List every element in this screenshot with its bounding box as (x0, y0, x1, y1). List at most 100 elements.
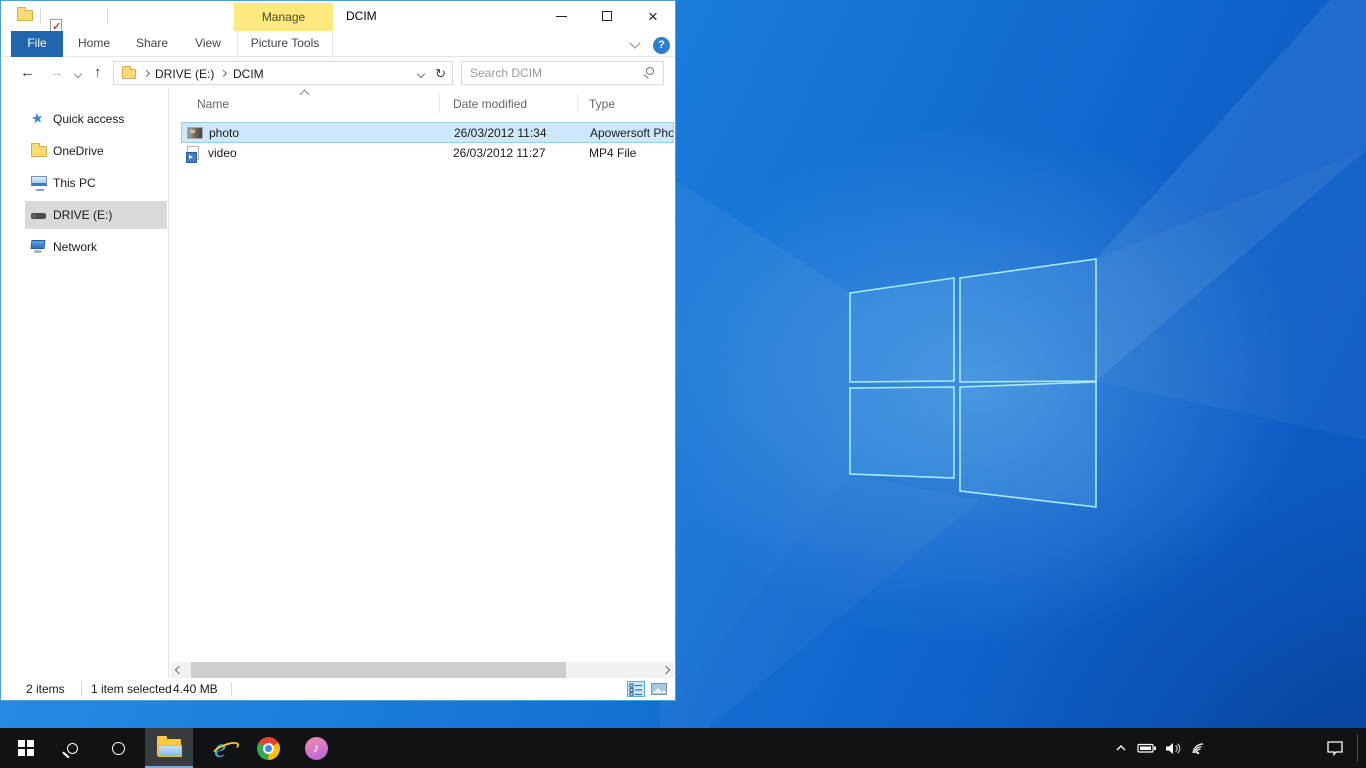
tab-file[interactable]: File (11, 31, 63, 57)
windows-logo-icon (18, 740, 34, 756)
large-icons-view-button[interactable] (650, 681, 668, 697)
close-button[interactable]: × (630, 1, 676, 31)
search-box[interactable] (461, 61, 664, 85)
scrollbar-thumb[interactable] (191, 662, 566, 678)
scroll-left-icon[interactable] (175, 666, 183, 674)
close-icon: × (648, 8, 658, 25)
tab-picture-tools[interactable]: Picture Tools (237, 31, 333, 57)
details-view-button[interactable] (627, 681, 645, 697)
file-date: 26/03/2012 11:27 (453, 143, 546, 163)
mp4-file-icon (187, 146, 199, 160)
volume-button[interactable] (1160, 728, 1186, 768)
breadcrumb-dcim[interactable]: DCIM (233, 67, 264, 81)
tab-home[interactable]: Home (67, 31, 121, 57)
main-area: ★ Quick access OneDrive This PC DRIVE (E… (1, 89, 675, 679)
horizontal-scrollbar[interactable] (171, 662, 674, 678)
items-count: 2 items (26, 682, 65, 696)
sidebar-label: OneDrive (53, 144, 104, 158)
taskbar-search-button[interactable] (52, 728, 92, 768)
maximize-icon (602, 11, 612, 21)
drive-icon (31, 213, 46, 219)
cortana-button[interactable] (98, 728, 138, 768)
location-folder-icon (122, 69, 136, 79)
help-button[interactable]: ? (653, 37, 670, 54)
cortana-icon (112, 742, 125, 755)
address-dropdown-icon[interactable] (417, 70, 425, 78)
sort-ascending-icon (300, 90, 310, 100)
file-row-video[interactable]: video 26/03/2012 11:27 MP4 File (181, 143, 674, 164)
file-explorer-icon (157, 739, 181, 756)
quick-access-star-icon: ★ (30, 110, 44, 126)
scroll-right-icon[interactable] (662, 666, 670, 674)
action-center-button[interactable] (1318, 728, 1352, 768)
search-icon (67, 743, 78, 754)
this-pc-monitor-icon (31, 176, 47, 186)
file-type: Apowersoft Pho (590, 123, 673, 143)
explorer-icon (17, 10, 33, 21)
column-divider[interactable] (439, 94, 440, 113)
status-bar: 2 items 1 item selected 4.40 MB (1, 678, 675, 700)
internet-explorer-icon: e (214, 735, 226, 762)
recent-locations-button[interactable] (74, 70, 82, 78)
file-type: MP4 File (589, 143, 674, 163)
search-icon[interactable] (646, 67, 654, 75)
column-header-date[interactable]: Date modified (453, 97, 527, 111)
battery-status-button[interactable] (1134, 728, 1160, 768)
file-row-photo[interactable]: photo 26/03/2012 11:34 Apowersoft Pho (181, 122, 674, 143)
sidebar-item-network[interactable]: Network (25, 233, 167, 261)
tab-view[interactable]: View (183, 31, 233, 57)
sidebar-item-drive-e[interactable]: DRIVE (E:) (25, 201, 167, 229)
breadcrumb-chevron-icon[interactable] (143, 70, 150, 77)
onedrive-folder-icon (31, 146, 47, 157)
column-divider-2[interactable] (577, 94, 578, 113)
taskbar-file-explorer-button[interactable] (145, 728, 193, 768)
manage-contextual-header[interactable]: Manage (234, 3, 333, 31)
minimize-ribbon-button[interactable] (629, 37, 640, 48)
ribbon-tabs: File Home Share View Picture Tools ? (1, 31, 675, 57)
show-desktop-separator[interactable] (1357, 734, 1358, 762)
address-bar[interactable]: DRIVE (E:) DCIM ↻ (113, 61, 453, 85)
file-date: 26/03/2012 11:34 (454, 123, 547, 143)
column-header-name[interactable]: Name (197, 97, 229, 111)
wifi-button[interactable] (1186, 728, 1212, 768)
chevron-up-icon (1115, 742, 1127, 754)
titlebar: ✓ Manage DCIM × (1, 1, 675, 31)
minimize-button[interactable] (538, 1, 584, 31)
refresh-icon[interactable]: ↻ (435, 66, 446, 82)
navigation-toolbar: ← → ↑ DRIVE (E:) DCIM ↻ (1, 57, 675, 89)
search-input[interactable] (464, 63, 634, 83)
sidebar-label: DRIVE (E:) (53, 208, 112, 222)
sidebar-label: Quick access (53, 112, 124, 126)
sidebar-item-quick-access[interactable]: ★ Quick access (25, 105, 167, 133)
sidebar-label: This PC (53, 176, 96, 190)
internet-explorer-button[interactable]: e (196, 728, 244, 768)
tab-share[interactable]: Share (125, 31, 179, 57)
photo-thumbnail-icon (187, 127, 203, 139)
selection-count: 1 item selected (91, 682, 172, 696)
show-hidden-icons-button[interactable] (1108, 728, 1134, 768)
status-separator-2 (231, 682, 232, 696)
forward-button[interactable]: → (49, 64, 64, 81)
file-name: video (208, 143, 237, 163)
desktop: ✓ Manage DCIM × File Home Share View Pic… (0, 0, 1366, 768)
itunes-icon: ♪ (305, 737, 328, 760)
start-button[interactable] (6, 728, 46, 768)
file-name: photo (209, 123, 239, 143)
network-icon (31, 240, 46, 249)
qat-separator (40, 8, 41, 24)
chrome-button[interactable] (244, 728, 292, 768)
column-header-type[interactable]: Type (589, 97, 615, 111)
sidebar-item-onedrive[interactable]: OneDrive (25, 137, 167, 165)
sidebar-item-this-pc[interactable]: This PC (25, 169, 167, 197)
breadcrumb-chevron-icon-2[interactable] (220, 70, 227, 77)
itunes-button[interactable]: ♪ (292, 728, 340, 768)
chrome-icon (257, 737, 280, 760)
breadcrumb-drive[interactable]: DRIVE (E:) (155, 67, 214, 81)
action-center-icon (1326, 740, 1344, 756)
back-button[interactable]: ← (20, 64, 35, 81)
maximize-button[interactable] (584, 1, 630, 31)
window-title: DCIM (346, 9, 377, 23)
large-icons-view-icon (651, 683, 667, 695)
status-separator (81, 682, 82, 696)
up-button[interactable]: ↑ (94, 64, 102, 81)
